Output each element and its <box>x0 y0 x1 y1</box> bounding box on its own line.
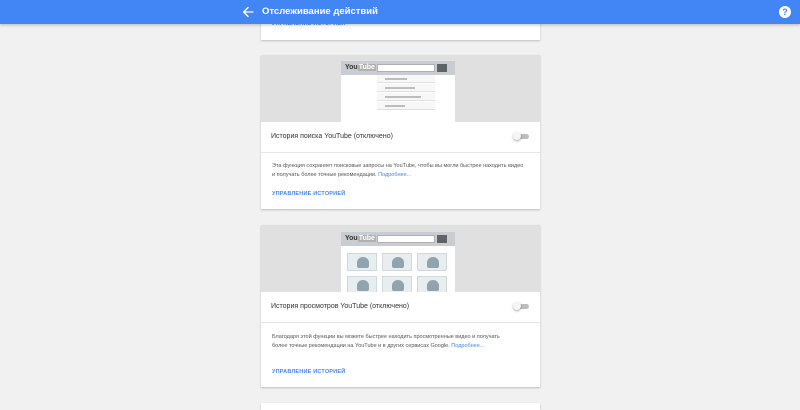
suggestion-item <box>377 102 435 110</box>
video-thumbnail <box>347 276 377 292</box>
learn-more-link[interactable]: Подробнее... <box>378 172 411 178</box>
video-thumbnail <box>417 253 447 271</box>
video-thumbnail <box>382 276 412 292</box>
watch-history-toggle[interactable] <box>513 302 529 310</box>
search-history-illustration: YouTube <box>261 55 540 122</box>
next-card <box>261 403 540 410</box>
watch-history-illustration: YouTube <box>261 225 540 292</box>
mock-search-box <box>377 235 435 243</box>
mock-search-box <box>377 64 435 72</box>
help-icon[interactable]: ? <box>779 6 791 18</box>
watch-history-setting-row[interactable]: История просмотров YouTube (отключено) <box>261 292 540 323</box>
video-thumbnail <box>417 276 447 292</box>
search-history-label: История поиска YouTube (отключено) <box>271 133 393 140</box>
youtube-watch-history-card: YouTube История просмотров YouTube (откл… <box>261 225 540 387</box>
youtube-logo: YouTube <box>345 64 376 71</box>
search-icon <box>437 235 447 243</box>
suggestion-item <box>377 75 435 83</box>
video-thumbnail <box>347 253 377 271</box>
watch-history-label: История просмотров YouTube (отключено) <box>271 303 410 310</box>
search-history-setting-row[interactable]: История поиска YouTube (отключено) <box>261 122 540 153</box>
search-icon <box>437 64 447 72</box>
youtube-search-history-card: YouTube История поиска YouTube (отключен… <box>261 55 540 209</box>
app-bar: Отслеживание действий ? <box>0 0 800 24</box>
watch-history-description: Благодаря этой функции вы можете быстрее… <box>272 334 500 349</box>
youtube-logo: YouTube <box>345 235 376 242</box>
arrow-back-icon[interactable] <box>240 4 256 20</box>
video-thumbnail <box>382 253 412 271</box>
suggestion-item <box>377 84 435 92</box>
learn-more-link[interactable]: Подробнее... <box>451 343 484 349</box>
page-title: Отслеживание действий <box>262 6 378 17</box>
search-history-toggle[interactable] <box>513 132 529 140</box>
search-history-description: Эта функция сохраняет поисковые запросы … <box>272 163 524 178</box>
suggestion-item <box>377 93 435 101</box>
manage-history-link[interactable]: УПРАВЛЕНИЕ ИСТОРИЕЙ <box>272 369 345 375</box>
youtube-mockup: YouTube <box>341 61 455 122</box>
youtube-mockup: YouTube <box>341 232 455 292</box>
manage-history-link[interactable]: УПРАВЛЕНИЕ ИСТОРИЕЙ <box>272 191 345 197</box>
